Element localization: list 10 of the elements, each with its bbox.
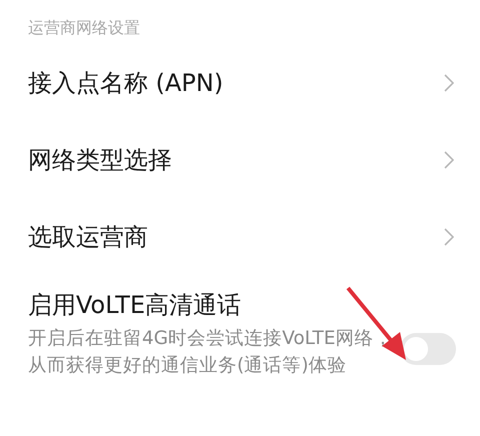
settings-item[interactable]: 网络类型选择 xyxy=(28,144,172,176)
chevron-icon xyxy=(444,150,454,168)
toggle-switch[interactable] xyxy=(400,333,456,365)
settings-item[interactable]: 接入点名称 (APN) xyxy=(28,66,224,98)
section-header: 运营商网络设置 xyxy=(28,18,141,39)
setting-title: 启用VoLTE高清通话 xyxy=(28,290,242,321)
setting-description: 开启后在驻留4G时会尝试连接VoLTE网络，从而获得更好的通信业务(通话等)体验 xyxy=(28,327,394,378)
settings-item[interactable]: 选取运营商 xyxy=(28,220,148,252)
chevron-icon xyxy=(444,74,454,92)
chevron-icon xyxy=(444,228,454,246)
